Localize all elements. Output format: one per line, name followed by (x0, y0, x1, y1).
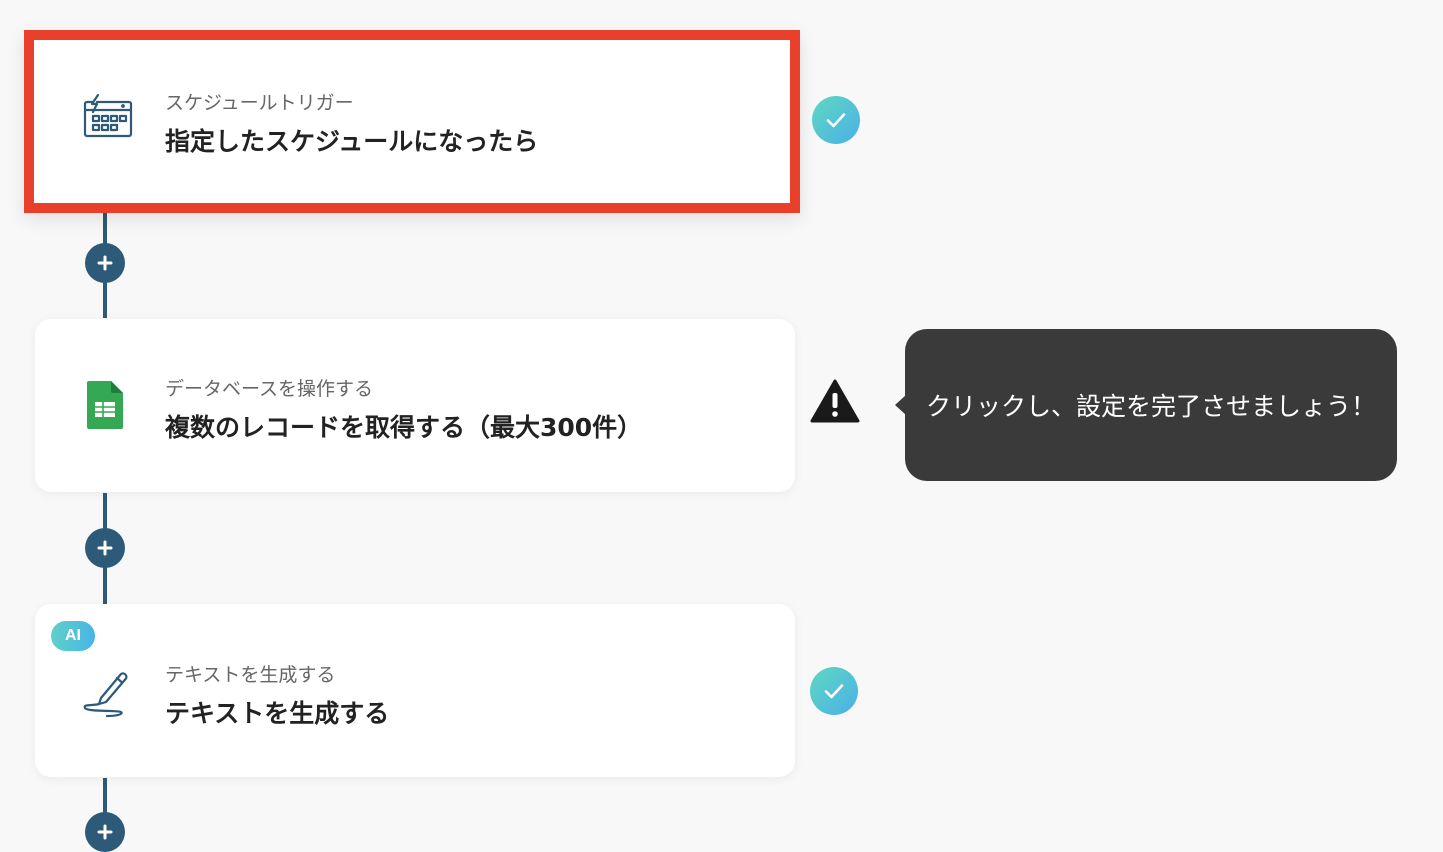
add-step-button[interactable] (85, 243, 125, 283)
schedule-trigger-icon (80, 90, 136, 146)
flow-step-card-text-generation[interactable]: テキストを生成する テキストを生成する (35, 604, 795, 777)
guide-tooltip: クリックし、設定を完了させましょう！ (895, 329, 1397, 481)
add-step-button[interactable] (85, 528, 125, 568)
plus-icon (97, 824, 113, 840)
step-status-complete (812, 96, 860, 144)
plus-icon (97, 540, 113, 556)
step-status-complete (810, 667, 858, 715)
tooltip-text: クリックし、設定を完了させましょう！ (925, 392, 1376, 421)
tooltip-arrow (895, 395, 906, 415)
check-icon (824, 684, 844, 699)
step-title: 指定したスケジュールになったら (165, 127, 539, 156)
ai-badge: AI (51, 621, 95, 651)
flow-step-card-database[interactable]: データベースを操作する 複数のレコードを取得する（最大300件） (35, 319, 795, 492)
flow-step-card-schedule-trigger[interactable]: スケジュールトリガー 指定したスケジュールになったら (24, 30, 800, 213)
google-sheets-icon (77, 377, 133, 433)
step-type-label: テキストを生成する (165, 664, 336, 686)
step-type-label: スケジュールトリガー (165, 92, 354, 114)
step-type-label: データベースを操作する (165, 378, 374, 400)
warning-icon (810, 379, 860, 423)
pen-writing-icon (77, 662, 133, 718)
step-title: 複数のレコードを取得する（最大300件） (165, 413, 643, 442)
step-title: テキストを生成する (165, 699, 390, 728)
add-step-button[interactable] (85, 812, 125, 852)
check-icon (826, 113, 846, 128)
plus-icon (97, 255, 113, 271)
